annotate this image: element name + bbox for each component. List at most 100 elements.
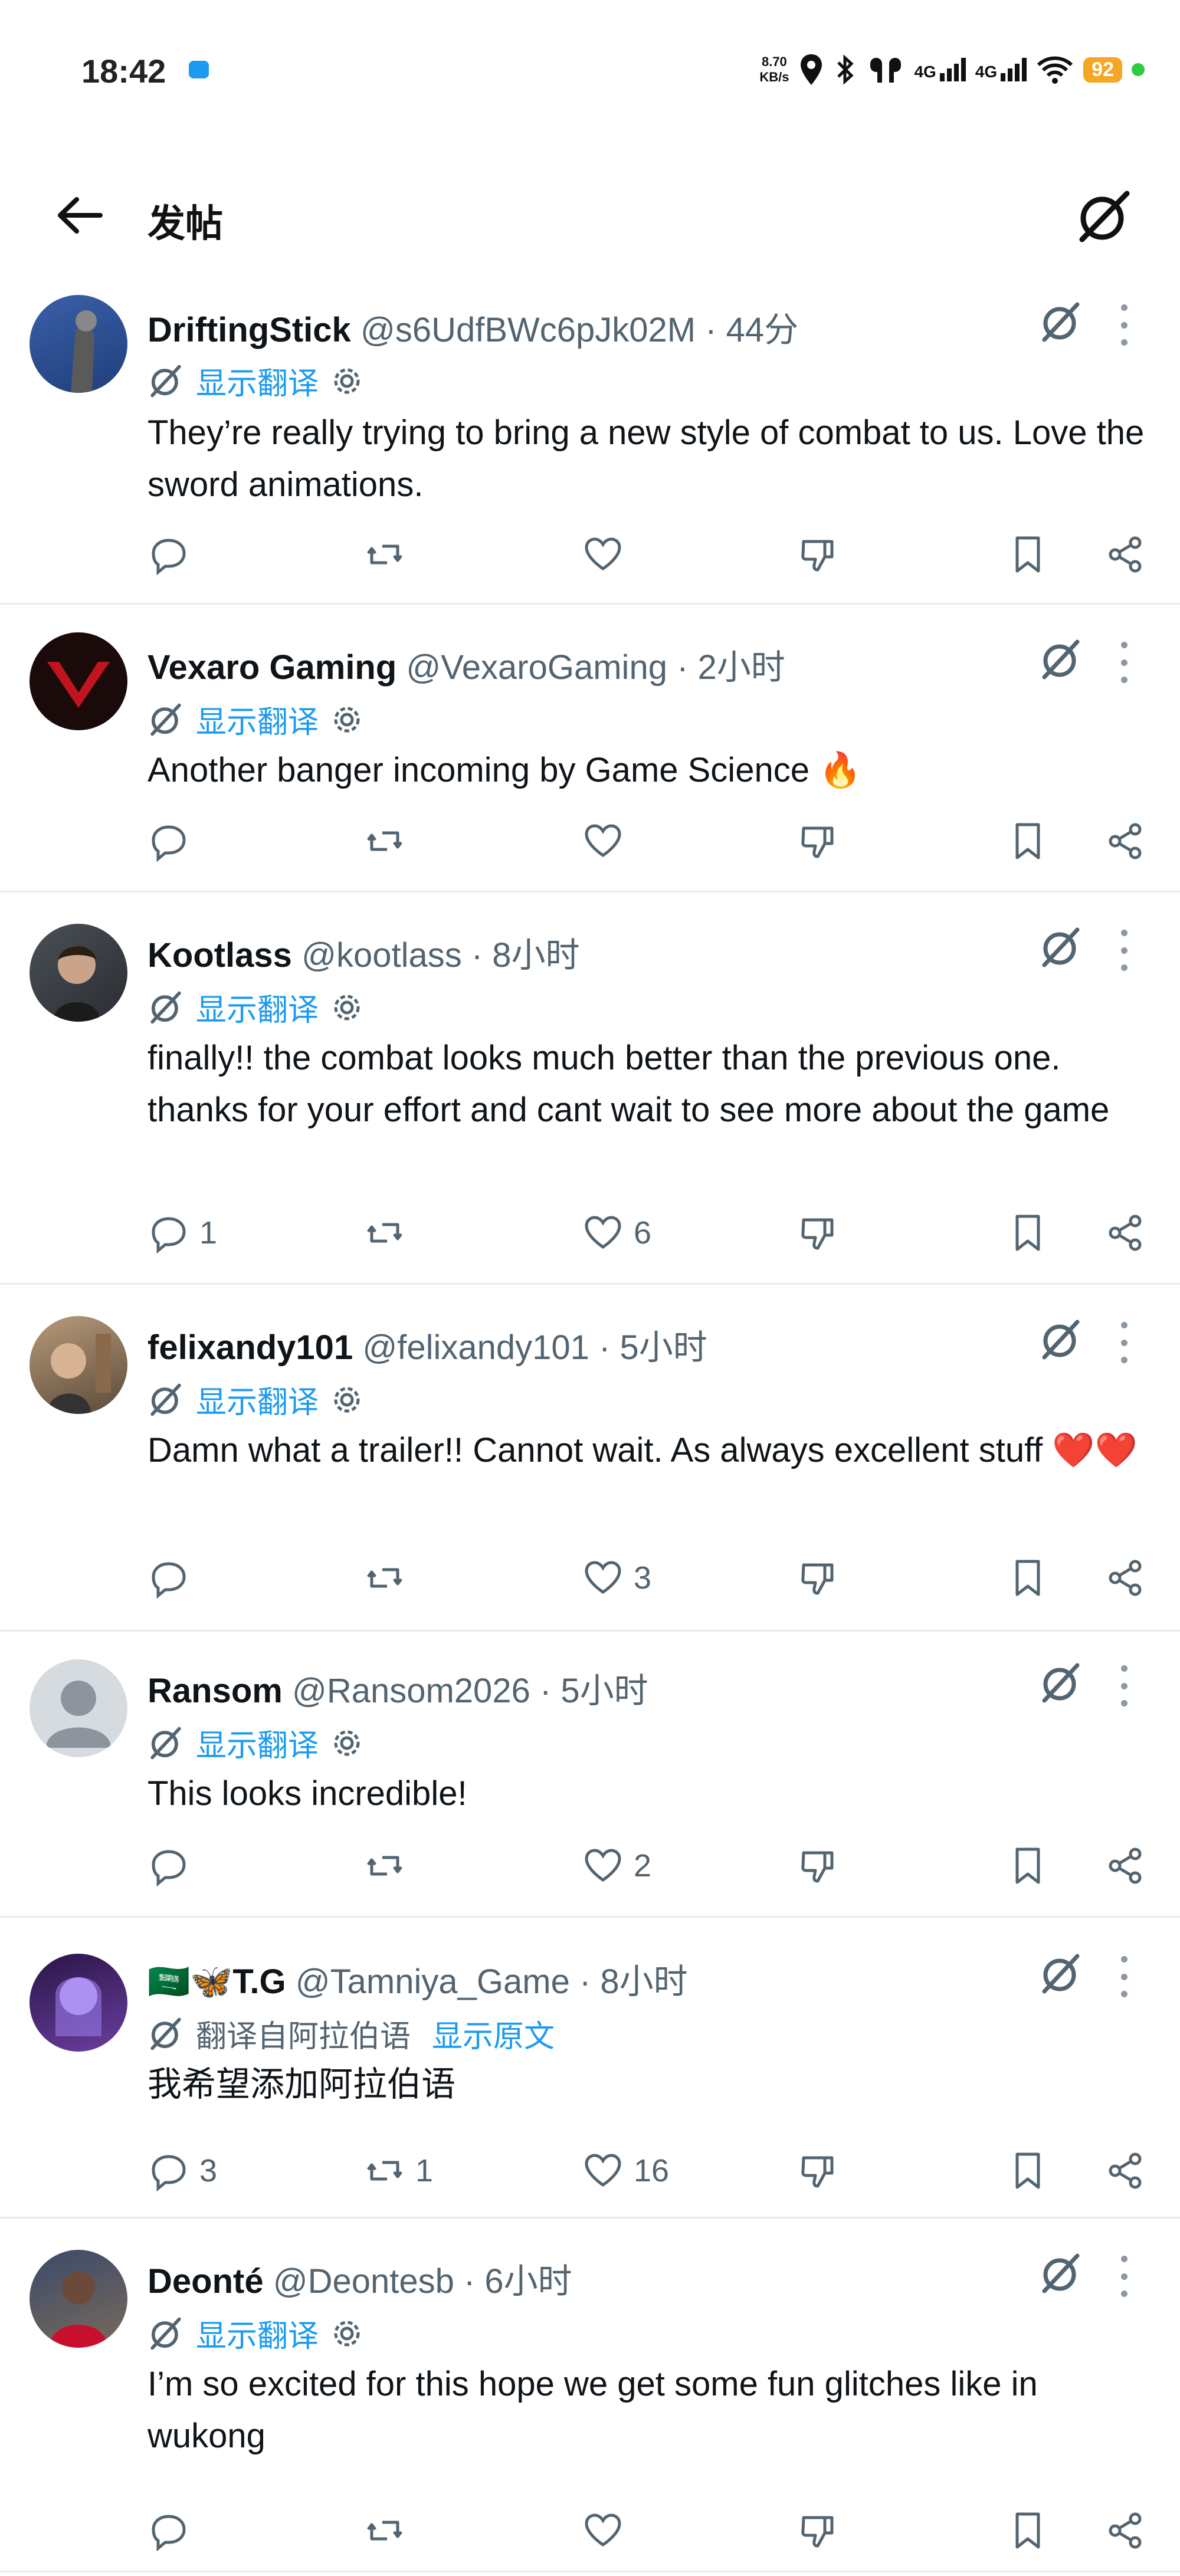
gear-icon[interactable] (330, 1727, 363, 1760)
user-handle[interactable]: @Tamniya_Game (296, 1963, 570, 2001)
bookmark-button[interactable] (1007, 531, 1049, 578)
display-name[interactable]: Vexaro Gaming (148, 648, 396, 687)
avatar[interactable] (30, 2250, 127, 2348)
like-button[interactable] (582, 2507, 634, 2554)
user-handle[interactable]: @Deontesb (273, 2262, 454, 2301)
user-handle[interactable]: @felixandy101 (362, 1328, 589, 1367)
tweet[interactable]: Deonté @Deontesb · 6小时 显示翻译 I’m so excit… (0, 2217, 1180, 2572)
more-icon[interactable] (1115, 1322, 1133, 1363)
bookmark-button[interactable] (1007, 818, 1049, 865)
more-icon[interactable] (1115, 642, 1133, 683)
gear-icon[interactable] (330, 991, 363, 1024)
user-handle[interactable]: @kootlass (301, 936, 462, 974)
avatar[interactable] (30, 924, 127, 1022)
grok-icon[interactable] (1038, 1951, 1083, 1996)
reply-button[interactable] (148, 2507, 199, 2554)
show-translation-link[interactable]: 显示翻译 (196, 985, 319, 1029)
bookmark-button[interactable] (1007, 1209, 1049, 1256)
show-translation-link[interactable]: 显示翻译 (196, 1721, 319, 1765)
more-icon[interactable] (1115, 1956, 1133, 1997)
gear-icon[interactable] (330, 2317, 363, 2350)
downvote-button[interactable] (798, 818, 840, 865)
grok-icon[interactable] (1038, 925, 1083, 970)
reply-button[interactable]: 1 (148, 1209, 217, 1256)
avatar[interactable] (30, 1659, 127, 1757)
bookmark-button[interactable] (1007, 1842, 1049, 1889)
retweet-button[interactable] (363, 1209, 415, 1256)
like-button[interactable] (582, 531, 634, 578)
tweet[interactable]: 🇸🇦🦋T.G @Tamniya_Game · 8小时 翻译自阿拉伯语 显示原文 … (0, 1916, 1180, 2219)
grok-icon[interactable] (1038, 637, 1083, 682)
bookmark-button[interactable] (1007, 2147, 1049, 2194)
bookmark-button[interactable] (1007, 2507, 1049, 2554)
retweet-button[interactable] (363, 1842, 415, 1889)
show-translation-link[interactable]: 显示翻译 (196, 697, 319, 741)
like-button[interactable]: 16 (582, 2147, 669, 2194)
share-button[interactable] (1104, 531, 1147, 578)
display-name[interactable]: DriftingStick (148, 311, 351, 349)
bookmark-button[interactable] (1007, 1554, 1049, 1602)
share-button[interactable] (1104, 1209, 1147, 1256)
tweet[interactable]: Ransom @Ransom2026 · 5小时 显示翻译 This looks… (0, 1630, 1180, 1918)
downvote-button[interactable] (798, 1209, 840, 1256)
reply-button[interactable] (148, 818, 199, 865)
share-button[interactable] (1104, 2507, 1147, 2554)
display-name[interactable]: Kootlass (148, 936, 292, 974)
avatar[interactable] (30, 295, 127, 393)
retweet-button[interactable] (363, 818, 415, 865)
grok-icon[interactable] (1074, 188, 1133, 247)
avatar[interactable] (30, 1316, 127, 1414)
retweet-button[interactable] (363, 1554, 415, 1602)
gear-icon[interactable] (330, 1383, 363, 1416)
grok-icon[interactable] (1038, 300, 1083, 344)
gear-icon[interactable] (330, 703, 363, 736)
tweet[interactable]: DriftingStick @s6UdfBWc6pJk02M · 44分 显示翻… (0, 295, 1180, 605)
like-button[interactable]: 6 (582, 1209, 651, 1256)
show-translation-link[interactable]: 显示翻译 (196, 2311, 319, 2355)
share-button[interactable] (1104, 818, 1147, 865)
show-translation-link[interactable]: 显示翻译 (196, 359, 319, 403)
tweet[interactable]: felixandy101 @felixandy101 · 5小时 显示翻译 Da… (0, 1283, 1180, 1632)
user-handle[interactable]: @VexaroGaming (406, 648, 667, 687)
share-button[interactable] (1104, 1842, 1147, 1889)
tweet[interactable]: Kootlass @kootlass · 8小时 显示翻译 finally!! … (0, 891, 1180, 1285)
downvote-button[interactable] (798, 2147, 840, 2194)
like-button[interactable]: 3 (582, 1554, 651, 1602)
show-original-link[interactable]: 显示原文 (432, 2011, 555, 2056)
show-translation-link[interactable]: 显示翻译 (196, 1377, 319, 1422)
grok-icon[interactable] (1038, 1317, 1083, 1362)
grok-icon[interactable] (1038, 1661, 1083, 1705)
more-icon[interactable] (1115, 304, 1133, 346)
tweet[interactable]: Vexaro Gaming @VexaroGaming · 2小时 显示翻译 A… (0, 603, 1180, 892)
retweet-button[interactable] (363, 2507, 415, 2554)
downvote-button[interactable] (798, 2507, 840, 2554)
retweet-button[interactable] (363, 531, 415, 578)
display-name[interactable]: Ransom (148, 1672, 283, 1710)
grok-icon[interactable] (1038, 2251, 1083, 2296)
avatar[interactable] (30, 632, 127, 730)
more-icon[interactable] (1115, 1665, 1133, 1707)
user-handle[interactable]: @s6UdfBWc6pJk02M (360, 311, 696, 349)
downvote-button[interactable] (798, 1842, 840, 1889)
downvote-icon (801, 1851, 834, 1883)
gear-icon[interactable] (330, 365, 363, 398)
reply-button[interactable]: 3 (148, 2147, 217, 2194)
like-button[interactable] (582, 818, 634, 865)
more-icon[interactable] (1115, 930, 1133, 971)
like-button[interactable]: 2 (582, 1842, 651, 1889)
reply-button[interactable] (148, 531, 199, 578)
share-button[interactable] (1104, 1554, 1147, 1602)
share-button[interactable] (1104, 2147, 1147, 2194)
display-name[interactable]: Deonté (148, 2262, 264, 2301)
more-icon[interactable] (1115, 2256, 1133, 2297)
display-name[interactable]: felixandy101 (148, 1328, 353, 1367)
downvote-button[interactable] (798, 531, 840, 578)
retweet-button[interactable]: 1 (363, 2147, 433, 2194)
downvote-button[interactable] (798, 1554, 840, 1602)
display-name[interactable]: 🇸🇦🦋T.G (148, 1963, 286, 2001)
reply-button[interactable] (148, 1842, 199, 1889)
avatar[interactable] (30, 1954, 127, 2052)
user-handle[interactable]: @Ransom2026 (292, 1672, 530, 1710)
arrow-left-icon[interactable] (53, 195, 106, 236)
reply-button[interactable] (148, 1554, 199, 1602)
